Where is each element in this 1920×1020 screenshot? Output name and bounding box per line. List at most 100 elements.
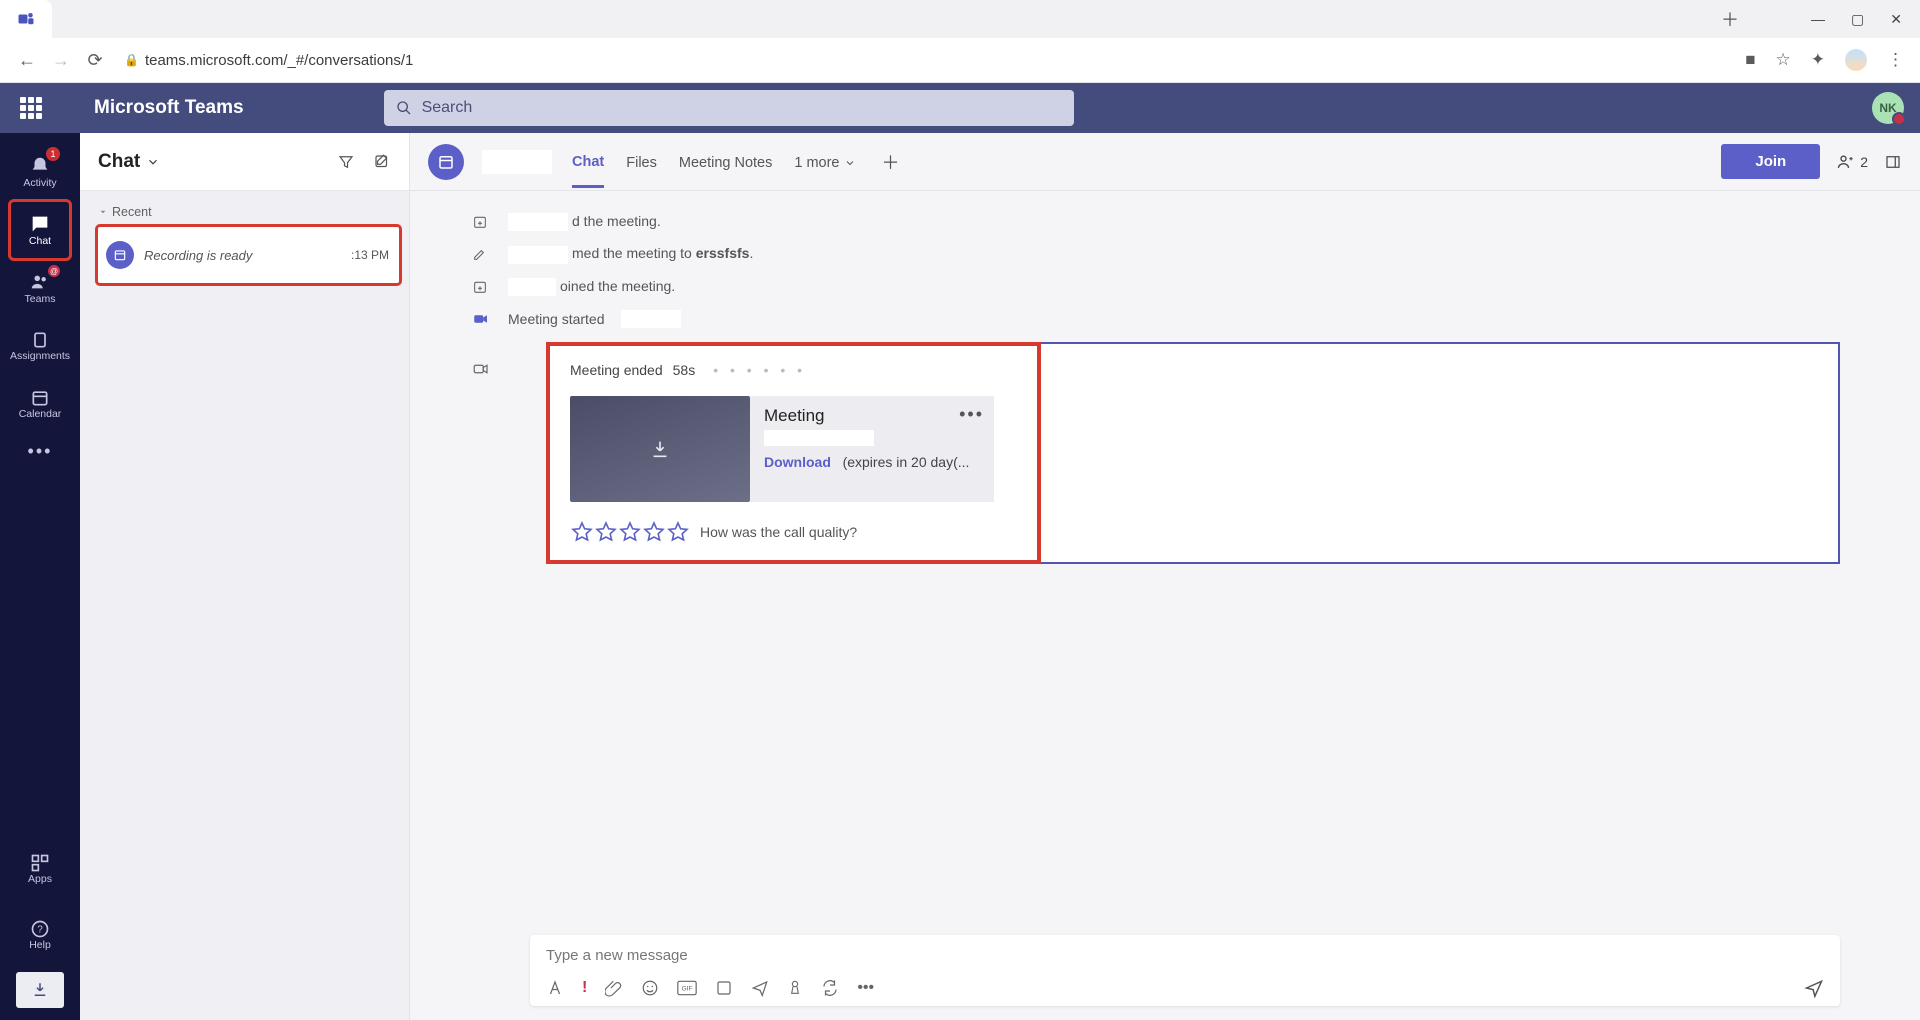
participants-button[interactable]: 2 <box>1836 152 1868 172</box>
recording-title: Meeting <box>764 406 980 426</box>
system-row: Meeting started <box>472 310 1840 328</box>
pencil-icon <box>472 246 492 262</box>
filter-icon[interactable] <box>337 153 355 171</box>
star-icon[interactable] <box>570 520 594 544</box>
minimize-icon[interactable]: — <box>1811 11 1825 28</box>
star-icon[interactable]: ☆ <box>1776 50 1791 70</box>
rail-label: Calendar <box>19 408 62 420</box>
schedule-send-icon[interactable] <box>751 979 769 997</box>
teams-top-bar: Microsoft Teams Search NK <box>0 83 1920 133</box>
url-text[interactable]: teams.microsoft.com/_#/conversations/1 <box>145 52 1745 69</box>
recording-subtitle-masked <box>764 430 874 446</box>
call-quality-stars[interactable] <box>570 520 690 544</box>
chevron-down-icon <box>146 155 160 169</box>
svg-text:?: ? <box>37 924 43 935</box>
praise-icon[interactable] <box>787 979 803 997</box>
rail-help[interactable]: ? Help <box>10 906 70 964</box>
sticker-icon[interactable] <box>715 979 733 997</box>
loop-icon[interactable] <box>821 979 839 997</box>
priority-icon[interactable]: ! <box>582 979 587 997</box>
chat-header-icon <box>428 144 464 180</box>
rail-calendar[interactable]: Calendar <box>10 375 70 433</box>
teams-badge: @ <box>48 265 60 277</box>
rail-apps[interactable]: Apps <box>10 840 70 898</box>
download-icon <box>31 981 49 999</box>
user-avatar[interactable]: NK <box>1872 92 1904 124</box>
attach-icon[interactable] <box>605 979 623 997</box>
chat-item-time: :13 PM <box>351 248 389 262</box>
close-icon[interactable]: ✕ <box>1890 11 1902 28</box>
forward-button[interactable]: → <box>44 50 78 71</box>
new-tab-button[interactable]: ＋ <box>1707 6 1753 32</box>
back-button[interactable]: ← <box>10 50 44 71</box>
camera-icon[interactable]: ■ <box>1745 50 1755 70</box>
star-icon[interactable] <box>666 520 690 544</box>
message-composer[interactable]: Type a new message ! GIF ••• <box>530 935 1840 1006</box>
format-icon[interactable] <box>546 979 564 997</box>
system-row: d the meeting. <box>472 213 1840 231</box>
rail-more[interactable]: ••• <box>28 441 53 462</box>
message-area: d the meeting. med the meeting to erssfs… <box>410 191 1920 917</box>
download-link[interactable]: Download <box>764 454 831 470</box>
star-icon[interactable] <box>618 520 642 544</box>
emoji-icon[interactable] <box>641 979 659 997</box>
recording-row: ••• Meeting Download (expires in 20 day(… <box>570 396 1816 502</box>
attendee-dots: • • • • • • <box>713 362 806 378</box>
chat-list-panel: Chat Recent Recording is ready :13 PM <box>80 133 410 1020</box>
rail-chat[interactable]: Chat <box>10 201 70 259</box>
app-launcher-icon[interactable] <box>20 97 42 119</box>
chat-list-item[interactable]: Recording is ready :13 PM <box>98 227 399 283</box>
activity-badge: 1 <box>46 147 60 161</box>
search-placeholder: Search <box>422 99 473 117</box>
extensions-icon[interactable]: ✦ <box>1811 50 1825 70</box>
browser-menu-icon[interactable]: ⋮ <box>1887 50 1904 70</box>
caret-down-icon <box>98 207 108 217</box>
rail-assignments[interactable]: Assignments <box>10 317 70 375</box>
rail-teams[interactable]: @ Teams <box>10 259 70 317</box>
chat-item-subtitle: Recording is ready <box>144 248 252 263</box>
apps-icon <box>30 853 50 873</box>
recording-meta: ••• Meeting Download (expires in 20 day(… <box>750 396 994 502</box>
rail-label: Activity <box>23 177 56 189</box>
people-icon <box>29 271 51 293</box>
lock-icon: 🔒 <box>124 53 139 67</box>
tab-teams[interactable] <box>0 0 52 38</box>
recent-label[interactable]: Recent <box>80 191 409 225</box>
tab-more[interactable]: 1 more <box>794 137 855 186</box>
search-input[interactable]: Search <box>384 90 1074 126</box>
reload-button[interactable]: ⟳ <box>78 50 112 71</box>
maximize-icon[interactable]: ▢ <box>1851 11 1864 28</box>
meeting-duration: 58s <box>673 362 696 378</box>
rail-download[interactable] <box>16 972 64 1008</box>
gif-icon[interactable]: GIF <box>677 980 697 996</box>
chat-title-masked <box>482 150 552 174</box>
chat-header: Chat Files Meeting Notes 1 more ＋ Join 2 <box>410 133 1920 191</box>
profile-avatar-browser[interactable] <box>1845 49 1867 71</box>
open-pane-icon[interactable] <box>1884 153 1902 171</box>
tab-meeting-notes[interactable]: Meeting Notes <box>679 137 773 186</box>
assignments-icon <box>30 330 50 350</box>
tab-chat[interactable]: Chat <box>572 136 604 188</box>
star-icon[interactable] <box>642 520 666 544</box>
calendar-add-icon <box>472 279 492 295</box>
add-tab-button[interactable]: ＋ <box>882 149 900 175</box>
calendar-icon <box>30 388 50 408</box>
rail-label: Chat <box>29 235 51 247</box>
people-add-icon <box>1836 152 1856 172</box>
help-icon: ? <box>30 919 50 939</box>
video-icon <box>472 310 492 328</box>
left-rail: 1 Activity Chat @ Teams Assignments Cale… <box>0 133 80 1020</box>
join-button[interactable]: Join <box>1721 144 1820 179</box>
window-controls: — ▢ ✕ <box>1811 11 1902 28</box>
star-icon[interactable] <box>594 520 618 544</box>
tab-files[interactable]: Files <box>626 137 657 186</box>
chat-heading[interactable]: Chat <box>98 151 160 173</box>
rail-activity[interactable]: 1 Activity <box>10 143 70 201</box>
send-button[interactable] <box>1804 978 1824 998</box>
compose-icon[interactable] <box>373 153 391 171</box>
recording-more-button[interactable]: ••• <box>959 404 984 425</box>
recording-thumbnail[interactable] <box>570 396 750 502</box>
window-tab-strip: ＋ — ▢ ✕ <box>0 0 1920 38</box>
more-icon[interactable]: ••• <box>857 979 874 997</box>
download-icon <box>649 438 671 460</box>
